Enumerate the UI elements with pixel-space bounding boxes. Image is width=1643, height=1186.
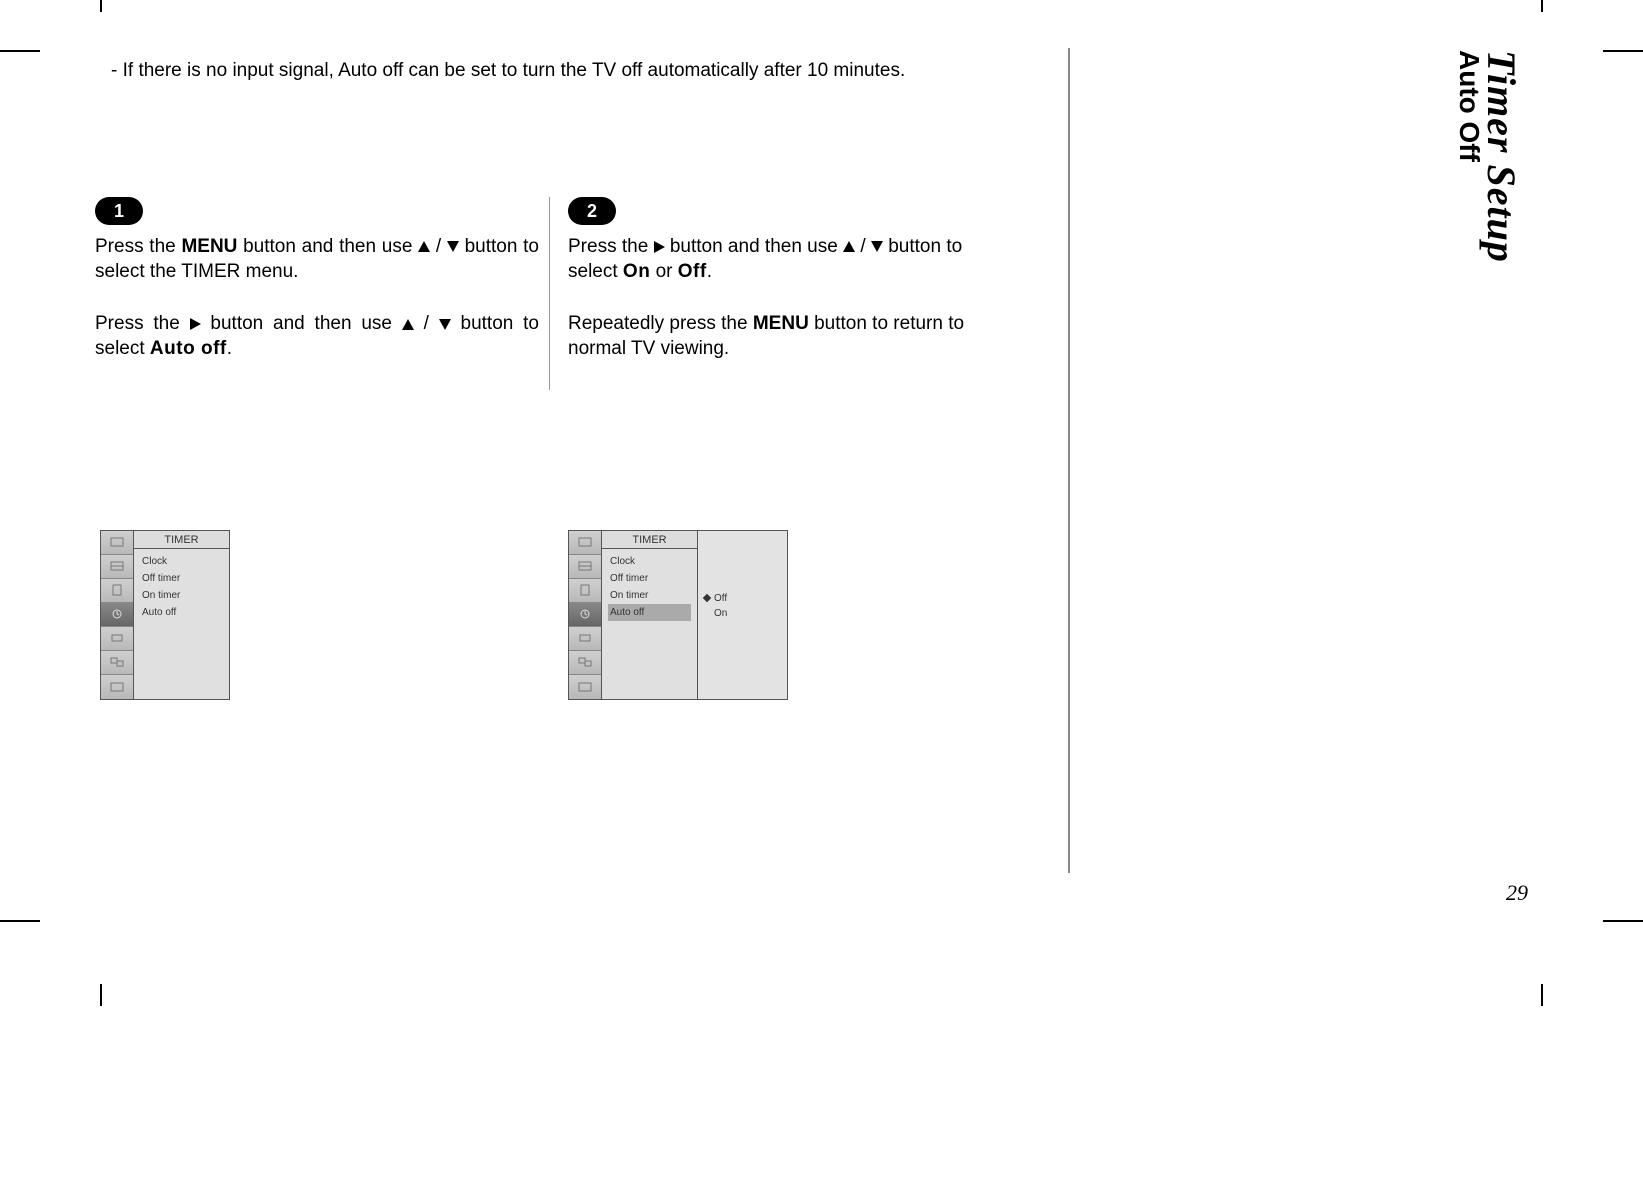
osd-item-ontimer: On timer: [140, 587, 223, 604]
osd-icon: [569, 531, 601, 555]
step-1-para-2: Press the button and then use / button t…: [95, 312, 539, 361]
osd-icon-timer-selected: [569, 603, 601, 627]
step-1-para-1: Press the MENU button and then use / but…: [95, 235, 539, 284]
step-2-para-1: Press the button and then use / button t…: [568, 235, 1005, 284]
osd-screenshot-2: TIMER Clock Off timer On timer Auto off …: [568, 530, 788, 700]
side-tab-title: Timer Setup: [1478, 50, 1525, 263]
osd-submenu: Off On: [697, 531, 787, 699]
step-2-number: 2: [568, 197, 616, 225]
down-arrow-icon: [447, 241, 459, 252]
osd-icon: [101, 675, 133, 699]
osd-header: TIMER: [602, 531, 697, 549]
step-1-column: 1 Press the MENU button and then use / b…: [95, 197, 550, 390]
osd-icon: [101, 627, 133, 651]
osd-item-clock: Clock: [608, 553, 691, 570]
intro-text: - If there is no input signal, Auto off …: [95, 60, 1548, 82]
right-arrow-icon: [190, 318, 201, 330]
osd-icon: [101, 651, 133, 675]
down-arrow-icon: [871, 241, 883, 252]
up-arrow-icon: [402, 319, 414, 330]
osd-screenshot-1: TIMER Clock Off timer On timer Auto off: [100, 530, 230, 700]
side-tab: Timer Setup Auto Off: [1463, 50, 1523, 420]
right-arrow-icon: [654, 241, 665, 253]
osd-option-on: On: [704, 606, 781, 621]
osd-icon: [569, 555, 601, 579]
osd-option-off-selected: Off: [704, 591, 781, 606]
osd-icon: [101, 579, 133, 603]
step-1-number: 1: [95, 197, 143, 225]
up-arrow-icon: [418, 241, 430, 252]
step-2-column: 2 Press the button and then use / button…: [550, 197, 1005, 390]
osd-icon-timer-selected: [101, 603, 133, 627]
osd-icon: [569, 627, 601, 651]
osd-item-autooff-selected: Auto off: [608, 604, 691, 621]
osd-icon: [101, 555, 133, 579]
osd-icon: [101, 531, 133, 555]
osd-header: TIMER: [134, 531, 229, 549]
side-tab-subtitle: Auto Off: [1453, 50, 1485, 162]
page-content: - If there is no input signal, Auto off …: [95, 50, 1548, 920]
osd-item-autooff: Auto off: [140, 604, 223, 621]
osd-icon: [569, 579, 601, 603]
osd-icon: [569, 651, 601, 675]
osd-icon: [569, 675, 601, 699]
up-arrow-icon: [843, 241, 855, 252]
osd-item-offtimer: Off timer: [140, 570, 223, 587]
step-2-para-2: Repeatedly press the MENU button to retu…: [568, 312, 1005, 361]
down-arrow-icon: [439, 319, 451, 330]
osd-item-clock: Clock: [140, 553, 223, 570]
page-number: 29: [1506, 880, 1528, 906]
osd-item-offtimer: Off timer: [608, 570, 691, 587]
osd-item-ontimer: On timer: [608, 587, 691, 604]
